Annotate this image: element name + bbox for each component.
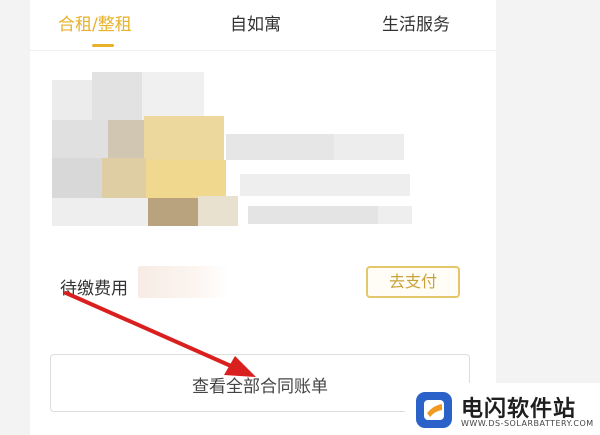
tab-life-services[interactable]: 生活服务 xyxy=(382,10,450,35)
tab-bar: 合租/整租 自如寓 生活服务 xyxy=(30,0,496,51)
blur-block xyxy=(52,198,148,226)
blur-block xyxy=(148,198,198,226)
blur-block xyxy=(198,196,238,226)
tab-divider xyxy=(30,50,496,51)
pending-amount-blurred xyxy=(138,266,228,298)
blur-block xyxy=(226,134,334,160)
blur-block xyxy=(378,206,412,224)
blur-block xyxy=(146,160,226,198)
site-watermark: 电闪软件站 WWW.DS-SOLARBATTERY.COM xyxy=(405,383,600,435)
active-tab-indicator xyxy=(92,44,114,47)
blur-block xyxy=(52,158,102,198)
blur-block xyxy=(108,120,144,158)
pay-button[interactable]: 去支付 xyxy=(366,266,460,298)
blur-block xyxy=(92,72,142,120)
watermark-logo-icon xyxy=(416,392,452,428)
tab-ziroom-apartment[interactable]: 自如寓 xyxy=(230,10,281,35)
contract-card: 合租/整租 自如寓 生活服务 待缴费用 去支付 查看全部合同账单 xyxy=(30,0,496,435)
blur-block xyxy=(52,120,108,158)
blur-block xyxy=(240,174,410,196)
blur-block xyxy=(248,206,378,224)
watermark-subtitle: WWW.DS-SOLARBATTERY.COM xyxy=(461,419,594,428)
blurred-contract-info[interactable] xyxy=(52,72,482,237)
pending-fees-label: 待缴费用 xyxy=(60,279,128,299)
blur-block xyxy=(142,72,204,120)
blur-block xyxy=(52,80,92,120)
pending-fees-row: 待缴费用 去支付 xyxy=(30,254,496,310)
blur-block xyxy=(334,134,404,160)
tab-shared-whole-rent[interactable]: 合租/整租 xyxy=(58,10,132,35)
blur-block xyxy=(144,116,224,160)
blur-block xyxy=(102,158,146,198)
